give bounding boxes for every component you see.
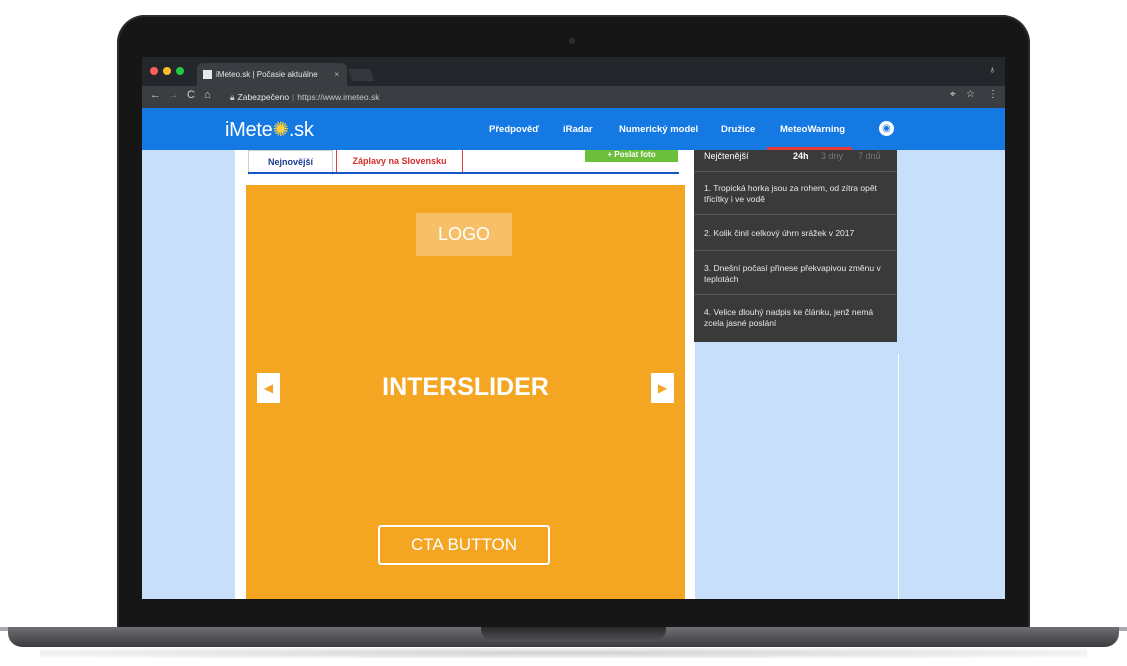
url-text: https://www.imeteo.sk bbox=[297, 92, 380, 102]
camera-icon bbox=[569, 38, 575, 44]
user-icon[interactable]: ◉ bbox=[879, 121, 894, 136]
site-logo[interactable]: iMete✺.sk bbox=[225, 117, 314, 142]
lock-icon: 🔒︎ bbox=[230, 92, 235, 102]
divider bbox=[694, 171, 897, 172]
sun-icon: ✺ bbox=[272, 119, 289, 141]
most-read-item[interactable]: 1. Tropická horka jsou za rohem, od zítr… bbox=[704, 183, 890, 205]
most-read-item[interactable]: 3. Dnešní počasí přinese překvapivou změ… bbox=[704, 263, 890, 285]
subtabs-divider bbox=[248, 172, 679, 174]
new-tab-button[interactable] bbox=[347, 69, 375, 81]
menu-icon[interactable]: ⋮ bbox=[988, 89, 998, 100]
extension-icon[interactable]: ⌖ bbox=[950, 89, 956, 100]
divider bbox=[694, 250, 897, 251]
incognito-icon: ♁ bbox=[988, 65, 997, 76]
tab-floods[interactable]: Záplavy na Slovensku bbox=[336, 150, 463, 174]
nav-numeric-model[interactable]: Numerický model bbox=[619, 124, 698, 135]
nav-meteowarning[interactable]: MeteoWarning bbox=[780, 124, 845, 135]
secure-label: Zabezpečeno bbox=[237, 92, 290, 102]
browser-tab[interactable]: iMeteo.sk | Počasie aktuálne × bbox=[197, 63, 347, 86]
home-icon[interactable]: ⌂ bbox=[204, 89, 211, 101]
site-header: iMete✺.sk Předpověď iRadar Numerický mod… bbox=[142, 108, 1005, 150]
browser-toolbar: ← → C ⌂ 🔒︎ Zabezpečeno | https://www.imeteo… bbox=[142, 86, 1005, 108]
window-close-icon[interactable] bbox=[150, 67, 158, 75]
banner-logo-placeholder: LOGO bbox=[416, 213, 512, 256]
period-7-days[interactable]: 7 dnů bbox=[858, 151, 881, 161]
most-read-item[interactable]: 4. Velice dlouhý nadpis ke článku, jenž … bbox=[704, 307, 890, 329]
interslider-title: INTERSLIDER bbox=[382, 373, 549, 401]
most-read-header: Nejčtenější 24h 3 dny 7 dnů bbox=[704, 150, 890, 164]
nav-forecast[interactable]: Předpověď bbox=[489, 124, 539, 135]
period-24h[interactable]: 24h bbox=[793, 151, 809, 161]
laptop-notch bbox=[481, 627, 666, 641]
slider-next-icon[interactable]: ▶ bbox=[651, 373, 674, 403]
window-zoom-icon[interactable] bbox=[176, 67, 184, 75]
browser-tab-strip: iMeteo.sk | Počasie aktuálne × ♁ bbox=[142, 57, 1005, 86]
nav-satellite[interactable]: Družice bbox=[721, 124, 755, 135]
tab-close-icon[interactable]: × bbox=[334, 63, 339, 86]
slider-prev-icon[interactable]: ◀ bbox=[257, 373, 280, 403]
laptop-shadow bbox=[40, 648, 1087, 658]
browser-tab-title: iMeteo.sk | Počasie aktuálne bbox=[216, 70, 318, 79]
window-minimize-icon[interactable] bbox=[163, 67, 171, 75]
back-icon[interactable]: ← bbox=[150, 89, 161, 101]
divider bbox=[694, 214, 897, 215]
reload-icon[interactable]: C bbox=[187, 89, 195, 101]
bookmark-star-icon[interactable]: ☆ bbox=[966, 89, 975, 100]
sidebar-ad-slot bbox=[694, 354, 899, 599]
laptop-screen: iMeteo.sk | Počasie aktuálne × ♁ ← → C ⌂… bbox=[142, 57, 1005, 599]
address-bar[interactable]: 🔒︎ Zabezpečeno | https://www.imeteo.sk bbox=[230, 89, 940, 105]
period-3-days[interactable]: 3 dny bbox=[821, 151, 843, 161]
divider bbox=[694, 294, 897, 295]
favicon-icon bbox=[203, 70, 212, 79]
most-read-title: Nejčtenější bbox=[704, 151, 749, 161]
most-read-item[interactable]: 2. Kolik činil celkový úhrn srážek v 201… bbox=[704, 228, 890, 239]
nav-iradar[interactable]: iRadar bbox=[563, 124, 593, 135]
cta-button[interactable]: CTA BUTTON bbox=[378, 525, 550, 565]
forward-icon[interactable]: → bbox=[168, 89, 179, 101]
add-photo-button[interactable]: + Poslat foto bbox=[585, 150, 678, 162]
